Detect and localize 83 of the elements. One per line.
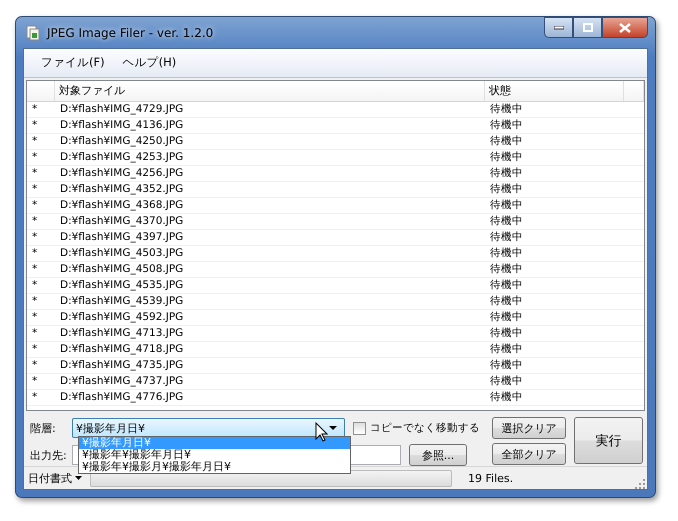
status-text: 待機中 — [489, 374, 524, 388]
file-path: D:¥flash¥IMG_4508.JPG — [59, 263, 184, 276]
minimize-button[interactable] — [544, 17, 573, 38]
status-text: 待機中 — [489, 166, 524, 180]
file-path: D:¥flash¥IMG_4718.JPG — [59, 343, 184, 356]
row-marker: * — [31, 279, 38, 292]
date-format-dropdown[interactable]: 日付書式 — [26, 470, 84, 486]
maximize-icon — [582, 23, 592, 32]
status-text: 待機中 — [489, 134, 524, 148]
status-text: 待機中 — [489, 230, 524, 244]
browse-button[interactable]: 参照... — [409, 444, 467, 466]
file-path: D:¥flash¥IMG_4535.JPG — [59, 279, 184, 292]
file-path: D:¥flash¥IMG_4776.JPG — [59, 391, 184, 404]
checkbox[interactable] — [353, 422, 366, 435]
resize-grip-icon — [635, 479, 645, 489]
status-text: 待機中 — [489, 262, 524, 276]
file-path: D:¥flash¥IMG_4729.JPG — [59, 103, 184, 116]
file-count: 19 Files. — [468, 472, 514, 485]
file-path: D:¥flash¥IMG_4735.JPG — [59, 359, 184, 372]
file-path: D:¥flash¥IMG_4136.JPG — [59, 119, 184, 132]
row-marker: * — [31, 359, 38, 372]
dropdown-option[interactable]: ¥撮影年¥撮影年月日¥ — [79, 449, 350, 462]
row-marker: * — [31, 199, 38, 212]
file-path: D:¥flash¥IMG_4256.JPG — [59, 167, 184, 180]
row-marker: * — [31, 135, 38, 148]
status-text: 待機中 — [489, 118, 524, 132]
output-label: 出力先: — [30, 448, 68, 463]
file-path: D:¥flash¥IMG_4737.JPG — [59, 375, 184, 388]
row-marker: * — [31, 151, 38, 164]
file-path: D:¥flash¥IMG_4713.JPG — [59, 327, 184, 340]
status-text: 待機中 — [489, 278, 524, 292]
app-icon — [25, 24, 41, 40]
dropdown-option[interactable]: ¥撮影年¥撮影月¥撮影年月日¥ — [79, 461, 350, 474]
row-marker: * — [31, 375, 38, 388]
row-marker: * — [31, 119, 38, 132]
row-marker: * — [31, 247, 38, 260]
status-text: 待機中 — [489, 390, 524, 404]
row-marker: * — [31, 103, 38, 116]
close-button[interactable] — [602, 17, 648, 38]
file-path: D:¥flash¥IMG_4253.JPG — [59, 151, 184, 164]
status-text: 待機中 — [489, 246, 524, 260]
clear-selected-button[interactable]: 選択クリア — [492, 417, 566, 440]
file-path: D:¥flash¥IMG_4592.JPG — [59, 311, 184, 324]
column-header[interactable]: 状態 — [485, 80, 624, 101]
row-marker: * — [31, 311, 38, 324]
window-title: JPEG Image Filer - ver. 1.2.0 — [47, 26, 214, 40]
row-marker: * — [31, 183, 38, 196]
status-text: 待機中 — [489, 326, 524, 340]
row-marker: * — [31, 327, 38, 340]
status-text: 待機中 — [489, 310, 524, 324]
row-marker: * — [31, 263, 38, 276]
file-path: D:¥flash¥IMG_4250.JPG — [59, 135, 184, 148]
file-path: D:¥flash¥IMG_4352.JPG — [59, 183, 184, 196]
row-marker: * — [31, 167, 38, 180]
column-header[interactable]: 対象ファイル — [55, 80, 485, 101]
caret-icon — [75, 476, 82, 480]
status-text: 待機中 — [489, 102, 524, 116]
file-path: D:¥flash¥IMG_4503.JPG — [59, 247, 184, 260]
menu-item[interactable]: ファイル(F) — [32, 53, 114, 72]
row-marker: * — [31, 215, 38, 228]
maximize-button[interactable] — [573, 17, 602, 38]
status-text: 待機中 — [489, 214, 524, 228]
minimize-icon — [554, 26, 564, 30]
status-text: 待機中 — [489, 294, 524, 308]
hierarchy-label: 階層: — [30, 420, 57, 436]
file-path: D:¥flash¥IMG_4368.JPG — [59, 199, 184, 212]
checkbox-label: コピーでなく移動する — [370, 421, 480, 436]
status-text: 待機中 — [489, 182, 524, 196]
row-marker: * — [31, 295, 38, 308]
file-path: D:¥flash¥IMG_4539.JPG — [59, 295, 184, 308]
row-marker: * — [31, 391, 38, 404]
close-icon — [619, 22, 631, 32]
clear-all-button[interactable]: 全部クリア — [492, 443, 566, 466]
run-button[interactable]: 実行 — [574, 417, 643, 464]
menu-item[interactable]: ヘルプ(H) — [114, 53, 186, 72]
status-text: 待機中 — [489, 358, 524, 372]
file-path: D:¥flash¥IMG_4397.JPG — [59, 231, 184, 244]
status-text: 待機中 — [489, 198, 524, 212]
status-text: 待機中 — [489, 342, 524, 356]
row-marker: * — [31, 231, 38, 244]
status-text: 待機中 — [489, 150, 524, 164]
row-marker: * — [31, 343, 38, 356]
file-path: D:¥flash¥IMG_4370.JPG — [59, 215, 184, 228]
